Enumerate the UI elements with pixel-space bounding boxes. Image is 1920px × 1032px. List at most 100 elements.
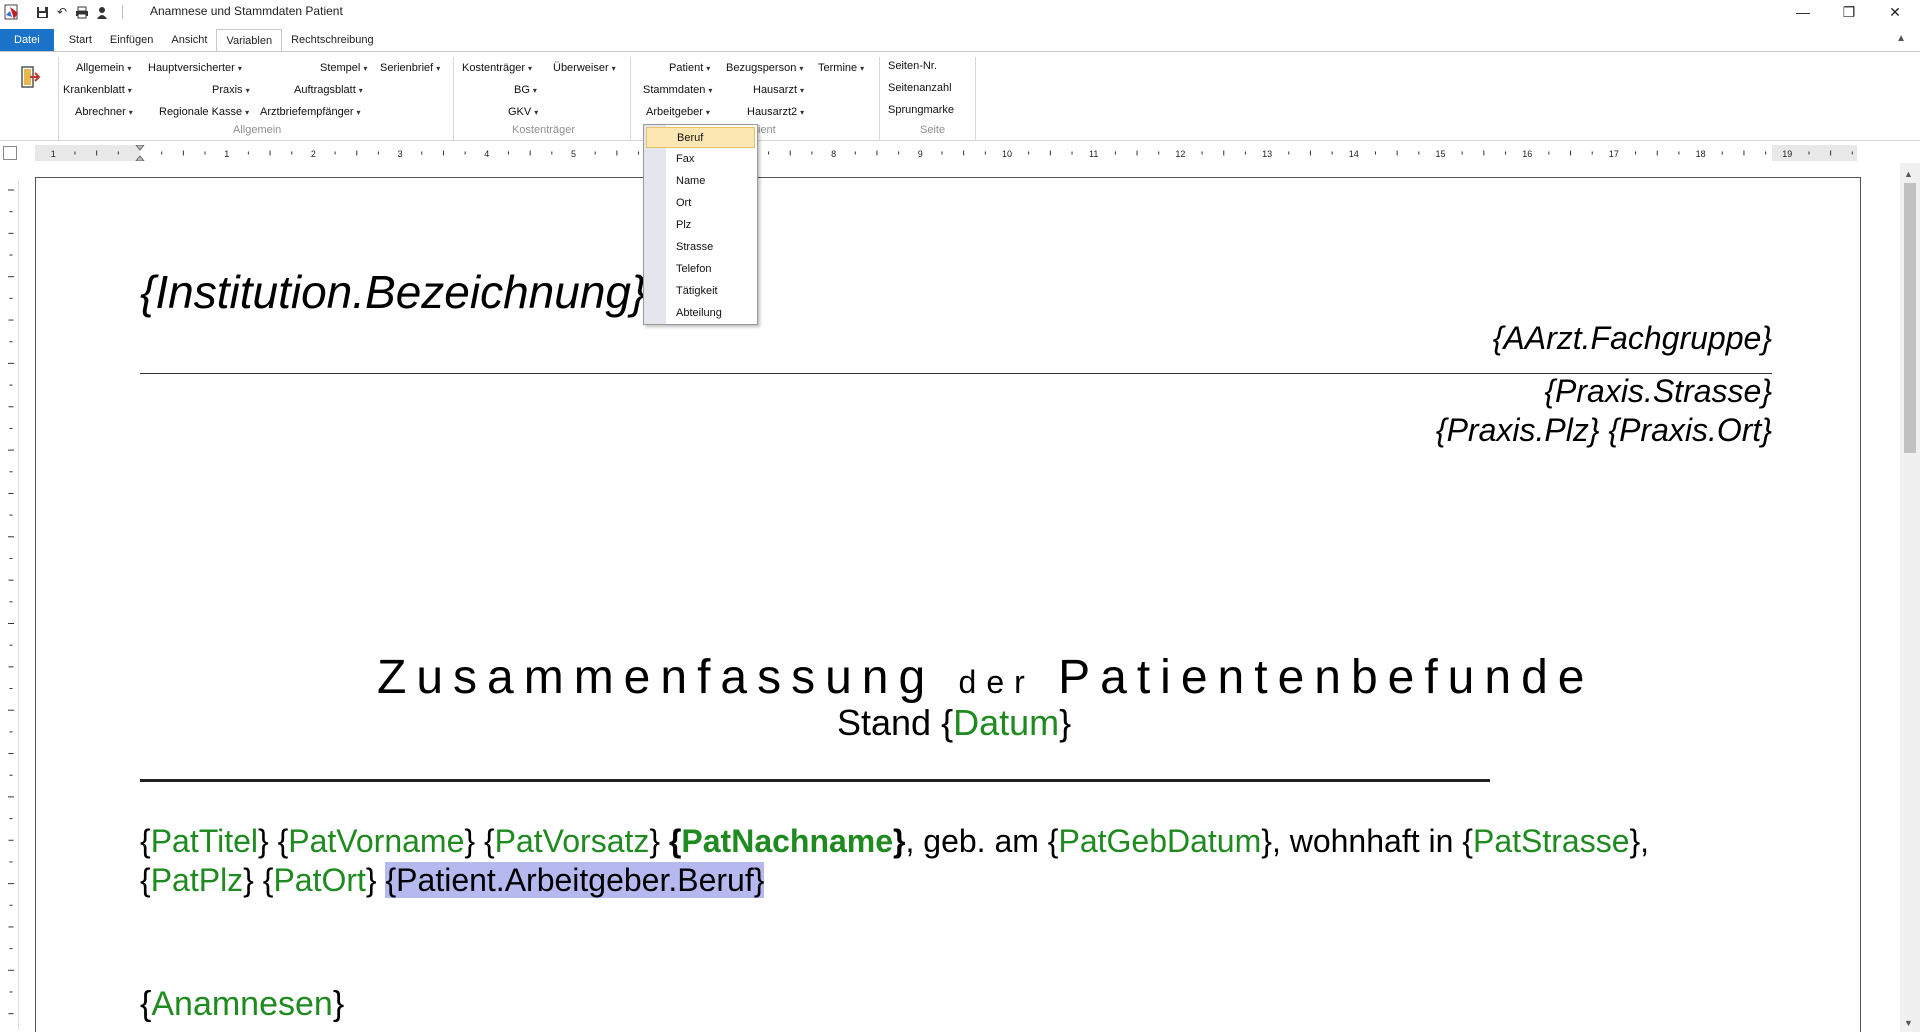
ribbon: Allgemein ▾ Hauptversicherter ▾ Stempel ▾ S…	[0, 51, 1920, 141]
ribbon-separator	[975, 57, 976, 141]
anamnesen-line[interactable]: {Anamnesen}	[140, 985, 344, 1024]
ruler-number: 19	[1782, 149, 1792, 159]
undo-icon[interactable]: ↶	[54, 4, 70, 20]
anamnesen-variable: Anamnesen	[151, 985, 333, 1023]
scroll-down-icon[interactable]: ▼	[1904, 1018, 1913, 1028]
restore-button[interactable]: ❐	[1826, 0, 1872, 24]
ribbon-seiten-nr-button[interactable]: Seiten-Nr.	[888, 60, 937, 72]
ribbon-krankenblatt-dropdown[interactable]: Krankenblatt ▾	[63, 84, 132, 96]
praxis-strasse-variable[interactable]: {Praxis.Strasse}	[1544, 373, 1772, 410]
tab-datei[interactable]: Datei	[0, 29, 54, 51]
tab-stop-selector[interactable]	[3, 146, 17, 160]
ribbon-allgemein-dropdown[interactable]: Allgemein ▾	[76, 62, 131, 74]
scroll-up-icon[interactable]: ▲	[1904, 169, 1913, 179]
pat-titel-variable: PatTitel	[150, 823, 258, 859]
menu-item-plz[interactable]: Plz	[646, 215, 755, 236]
close-button[interactable]: ✕	[1872, 0, 1918, 24]
scrollbar-thumb[interactable]	[1904, 183, 1916, 453]
ribbon-hausarzt-dropdown[interactable]: Hausarzt ▾	[753, 84, 804, 96]
pat-vorname-variable: PatVorname	[288, 823, 465, 859]
ribbon-seitenanzahl-button[interactable]: Seitenanzahl	[888, 82, 952, 94]
pat-gebdatum-variable: PatGebDatum	[1058, 823, 1262, 859]
ribbon-separator	[58, 57, 59, 141]
ribbon-gkv-dropdown[interactable]: GKV ▾	[508, 106, 538, 118]
ribbon-ueberweiser-dropdown[interactable]: Überweiser ▾	[553, 62, 616, 74]
menu-item-fax[interactable]: Fax	[646, 149, 755, 170]
pat-ort-variable: PatOrt	[273, 862, 366, 898]
user-icon[interactable]	[94, 4, 110, 20]
heading-part-1: Zusammenfassung	[377, 651, 936, 704]
fachgruppe-variable[interactable]: {AArzt.Fachgruppe}	[1493, 320, 1772, 357]
arbeitgeber-beruf-variable-selected[interactable]: {Patient.Arbeitgeber.Beruf}	[385, 862, 765, 898]
ribbon-bg-dropdown[interactable]: BG ▾	[514, 84, 537, 96]
ruler-number: 15	[1435, 149, 1445, 159]
ruler-number: 4	[484, 149, 489, 159]
ribbon-termine-dropdown[interactable]: Termine ▾	[818, 62, 864, 74]
tab-start[interactable]: Start	[60, 29, 101, 51]
indent-marker[interactable]	[135, 145, 145, 161]
menu-item-taetigkeit[interactable]: Tätigkeit	[646, 281, 755, 302]
patient-line-1[interactable]: {PatTitel} {PatVorname} {PatVorsatz} {Pa…	[140, 823, 1649, 860]
ribbon-hauptversicherter-dropdown[interactable]: Hauptversicherter ▾	[148, 62, 242, 74]
menu-item-beruf[interactable]: Beruf	[646, 127, 755, 148]
ribbon-tabs: Datei Start Einfügen Ansicht Variablen R…	[0, 29, 1920, 51]
title-bar: ↶ Anamnese und Stammdaten Patient — ❐ ✕	[0, 0, 1920, 24]
ruler-number: 2	[311, 149, 316, 159]
ribbon-serienbrief-dropdown[interactable]: Serienbrief ▾	[380, 62, 440, 74]
minimize-button[interactable]: —	[1780, 0, 1826, 24]
praxis-plz-ort-variable[interactable]: {Praxis.Plz} {Praxis.Ort}	[1436, 412, 1772, 449]
tab-variablen[interactable]: Variablen	[216, 29, 283, 51]
ruler-number: 5	[571, 149, 576, 159]
menu-item-telefon[interactable]: Telefon	[646, 259, 755, 280]
menu-item-name[interactable]: Name	[646, 171, 755, 192]
tab-einfuegen[interactable]: Einfügen	[101, 29, 162, 51]
ribbon-abrechner-dropdown[interactable]: Abrechner ▾	[75, 106, 133, 118]
vertical-ruler[interactable]	[3, 180, 19, 1030]
ribbon-stempel-dropdown[interactable]: Stempel ▾	[320, 62, 367, 74]
stand-line[interactable]: Stand {Datum}	[837, 702, 1071, 744]
ruler-ticks: 112345678910111213141516171819	[51, 145, 1853, 161]
ribbon-separator	[630, 57, 631, 141]
ribbon-separator	[453, 57, 454, 141]
ribbon-stammdaten-dropdown[interactable]: Stammdaten ▾	[643, 84, 712, 96]
institution-variable[interactable]: {Institution.Bezeichnung}	[140, 265, 646, 319]
tab-ansicht[interactable]: Ansicht	[162, 29, 216, 51]
ribbon-arbeitgeber-dropdown[interactable]: Arbeitgeber ▾	[646, 106, 710, 118]
document-heading[interactable]: Zusammenfassung der Patientenbefunde	[377, 650, 1594, 705]
ribbon-bezugsperson-dropdown[interactable]: Bezugsperson ▾	[726, 62, 803, 74]
ribbon-praxis-dropdown[interactable]: Praxis ▾	[212, 84, 250, 96]
heading-part-2: der	[958, 664, 1035, 700]
save-icon[interactable]	[34, 4, 50, 20]
ruler-number: 16	[1522, 149, 1532, 159]
ribbon-kostentraeger-dropdown[interactable]: Kostenträger ▾	[462, 62, 532, 74]
header-divider	[140, 373, 1772, 374]
ribbon-separator	[879, 57, 880, 141]
ribbon-group-kostentraeger: Kostenträger	[512, 124, 575, 136]
ruler-number: 1	[51, 149, 56, 159]
pat-nachname-variable: PatNachname	[681, 823, 894, 859]
pat-plz-variable: PatPlz	[150, 862, 244, 898]
ribbon-patient-dropdown[interactable]: Patient ▾	[669, 62, 710, 74]
patient-line-2[interactable]: {PatPlz} {PatOrt} {Patient.Arbeitgeber.B…	[140, 862, 765, 899]
exit-door-icon[interactable]	[18, 65, 42, 89]
ribbon-arztbriefempfaenger-dropdown[interactable]: Arztbriefempfänger ▾	[260, 106, 361, 118]
window-title: Anamnese und Stammdaten Patient	[150, 4, 343, 18]
wohnhaft-in-text: , wohnhaft in	[1271, 823, 1463, 859]
ribbon-sprungmarke-button[interactable]: Sprungmarke	[888, 104, 954, 116]
ruler-number: 11	[1089, 149, 1098, 159]
tab-rechtschreibung[interactable]: Rechtschreibung	[282, 29, 383, 51]
menu-item-ort[interactable]: Ort	[646, 193, 755, 214]
ruler-number: 14	[1349, 149, 1359, 159]
ruler-number: 9	[918, 149, 923, 159]
ruler-number: 17	[1609, 149, 1619, 159]
collapse-ribbon-icon[interactable]: ▲	[1896, 33, 1906, 44]
ribbon-auftragsblatt-dropdown[interactable]: Auftragsblatt ▾	[294, 84, 363, 96]
print-icon[interactable]	[74, 4, 90, 20]
horizontal-ruler[interactable]: 112345678910111213141516171819	[35, 145, 1857, 161]
ribbon-hausarzt2-dropdown[interactable]: Hausarzt2 ▾	[747, 106, 804, 118]
menu-item-strasse[interactable]: Strasse	[646, 237, 755, 258]
arbeitgeber-dropdown-menu: Beruf Fax Name Ort Plz Strasse Telefon T…	[643, 124, 758, 325]
menu-item-abteilung[interactable]: Abteilung	[646, 303, 755, 324]
ribbon-regionale-kasse-dropdown[interactable]: Regionale Kasse ▾	[159, 106, 249, 118]
vertical-scrollbar[interactable]: ▲ ▼	[1900, 163, 1920, 1032]
